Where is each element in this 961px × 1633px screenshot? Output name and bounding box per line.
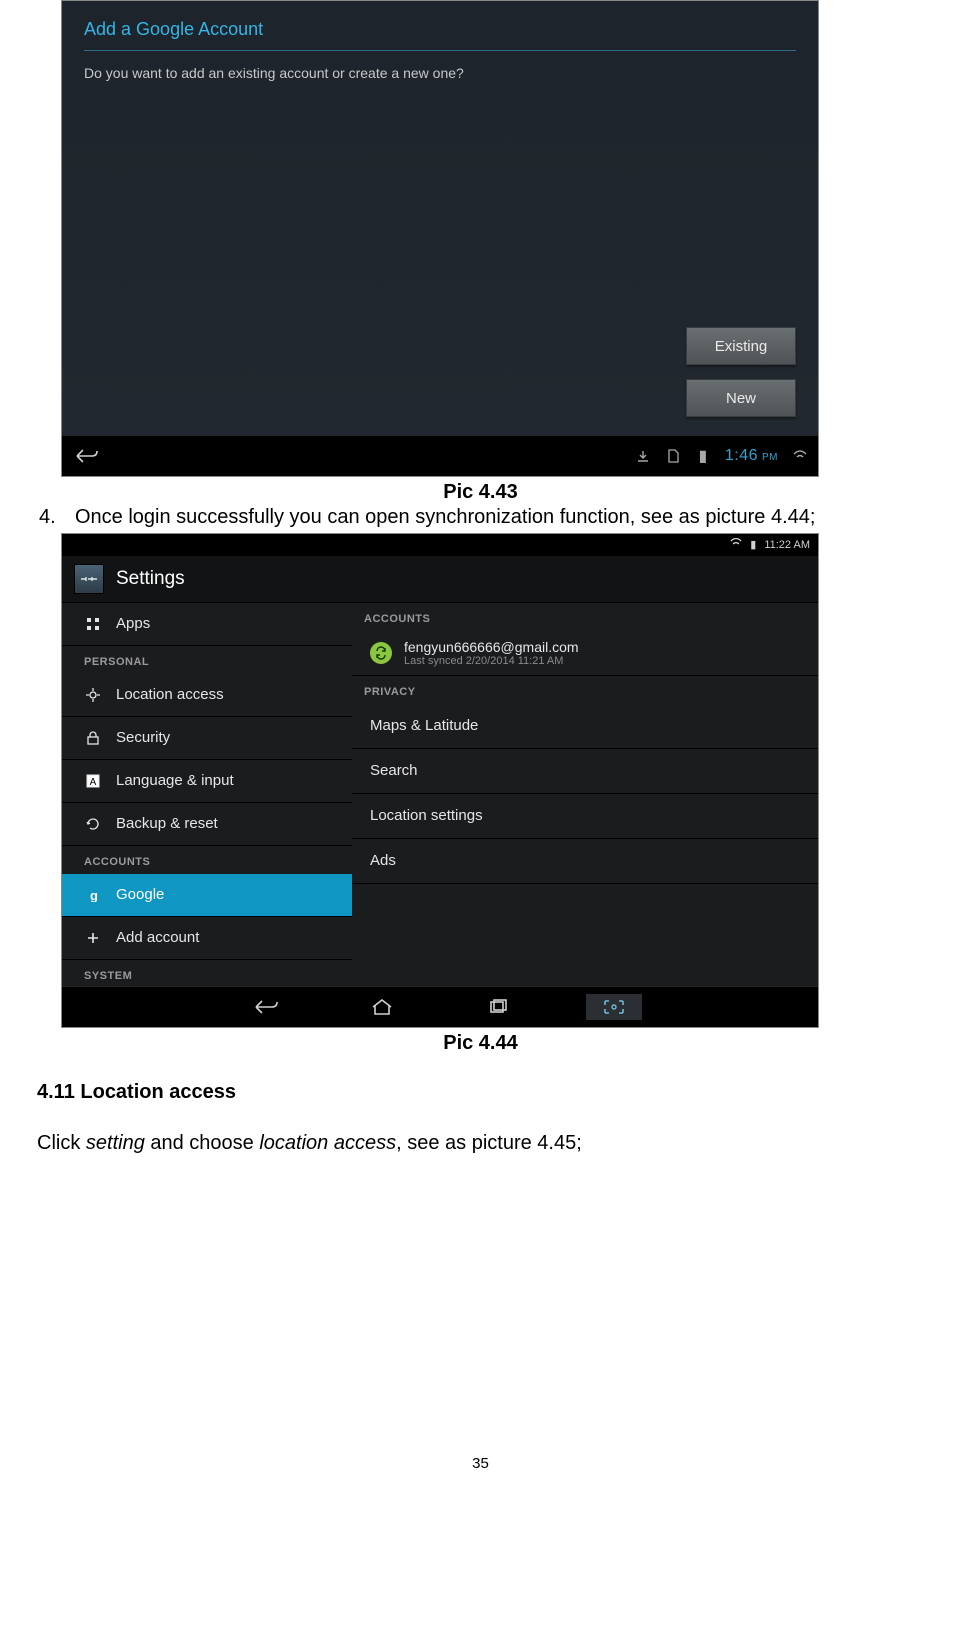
body-text: , see as picture 4.45; (396, 1132, 582, 1154)
lock-icon (84, 729, 102, 747)
settings-title: Settings (116, 568, 185, 590)
location-icon (84, 686, 102, 704)
sidebar-header-personal: PERSONAL (62, 646, 352, 674)
privacy-item-search[interactable]: Search (352, 749, 818, 794)
account-email: fengyun666666@gmail.com (404, 639, 579, 655)
status-bar: ▮ 11:22 AM (62, 534, 818, 556)
step-number: 4. (37, 506, 75, 529)
sidebar-item-label: Language & input (116, 772, 234, 789)
section-4-11-body: Click setting and choose location access… (37, 1132, 924, 1155)
system-navbar (62, 986, 818, 1027)
body-em-location: location access (259, 1132, 396, 1154)
sync-icon (370, 642, 392, 664)
sidebar-item-location[interactable]: Location access (62, 674, 352, 717)
step-text: Once login successfully you can open syn… (75, 506, 924, 529)
settings-app-icon (74, 564, 104, 594)
body-text: Click (37, 1132, 86, 1154)
plus-icon (84, 929, 102, 947)
settings-left-column: Apps PERSONAL Location access Security (62, 603, 352, 986)
wifi-icon (730, 538, 742, 551)
dialog-panel: Add a Google Account Do you want to add … (62, 1, 818, 435)
section-4-11-heading: 4.11 Location access (37, 1081, 924, 1104)
new-button[interactable]: New (686, 379, 796, 417)
dialog-question: Do you want to add an existing account o… (84, 65, 796, 81)
privacy-item-maps[interactable]: Maps & Latitude (352, 704, 818, 749)
clock-time: 1:46 (725, 447, 758, 465)
account-text: fengyun666666@gmail.com Last synced 2/20… (404, 639, 579, 667)
sdcard-icon (665, 449, 681, 463)
settings-right-column: ACCOUNTS fengyun666666@gmail.com Last sy… (352, 603, 818, 986)
right-header-accounts: ACCOUNTS (352, 603, 818, 631)
sidebar-item-security[interactable]: Security (62, 717, 352, 760)
status-time: 11:22 AM (764, 539, 810, 551)
sidebar-item-backup[interactable]: Backup & reset (62, 803, 352, 846)
sidebar-item-label: Apps (116, 615, 150, 632)
back-icon[interactable] (72, 445, 102, 467)
privacy-item-ads[interactable]: Ads (352, 839, 818, 884)
google-icon: g (84, 886, 102, 904)
backup-icon (84, 815, 102, 833)
battery-icon: ▮ (695, 449, 711, 463)
language-icon: A (84, 772, 102, 790)
wifi-icon (792, 449, 808, 463)
home-icon[interactable] (354, 994, 410, 1020)
apps-icon (84, 615, 102, 633)
body-em-setting: setting (86, 1132, 145, 1154)
right-header-privacy: PRIVACY (352, 676, 818, 704)
system-navbar: ▮ 1:46 PM (62, 435, 818, 476)
screenshot-settings-google: ▮ 11:22 AM Settings Apps PERSONAL (61, 533, 819, 1028)
sidebar-item-label: Google (116, 886, 164, 903)
sidebar-item-google[interactable]: g Google (62, 874, 352, 917)
screenshot-add-google-account: Add a Google Account Do you want to add … (61, 0, 819, 477)
screenshot-icon[interactable] (586, 994, 642, 1020)
download-icon (635, 449, 651, 463)
sidebar-item-apps[interactable]: Apps (62, 603, 352, 646)
sidebar-item-label: Security (116, 729, 170, 746)
sidebar-item-add-account[interactable]: Add account (62, 917, 352, 960)
status-clock: 1:46 PM (725, 447, 778, 465)
sidebar-item-label: Backup & reset (116, 815, 218, 832)
settings-body: Apps PERSONAL Location access Security (62, 603, 818, 986)
clock-ampm: PM (762, 452, 778, 463)
back-icon[interactable] (238, 994, 294, 1020)
account-last-synced: Last synced 2/20/2014 11:21 AM (404, 655, 579, 667)
svg-text:g: g (90, 888, 98, 902)
privacy-item-location[interactable]: Location settings (352, 794, 818, 839)
sidebar-item-label: Location access (116, 686, 224, 703)
step-4-line: 4. Once login successfully you can open … (37, 506, 924, 529)
caption-pic-4-43: Pic 4.43 (37, 481, 924, 504)
sidebar-header-system: SYSTEM (62, 960, 352, 986)
sidebar-item-language[interactable]: A Language & input (62, 760, 352, 803)
page-number: 35 (37, 1455, 924, 1502)
battery-icon: ▮ (750, 538, 756, 551)
recents-icon[interactable] (470, 994, 526, 1020)
dialog-title: Add a Google Account (84, 19, 796, 40)
dialog-separator (84, 50, 796, 51)
sidebar-item-label: Add account (116, 929, 199, 946)
settings-header: Settings (62, 556, 818, 603)
svg-text:A: A (90, 777, 97, 788)
dialog-button-stack: Existing New (686, 327, 796, 417)
caption-pic-4-44: Pic 4.44 (37, 1032, 924, 1055)
body-text: and choose (145, 1132, 260, 1154)
account-row[interactable]: fengyun666666@gmail.com Last synced 2/20… (352, 631, 818, 676)
existing-button[interactable]: Existing (686, 327, 796, 365)
sidebar-header-accounts: ACCOUNTS (62, 846, 352, 874)
